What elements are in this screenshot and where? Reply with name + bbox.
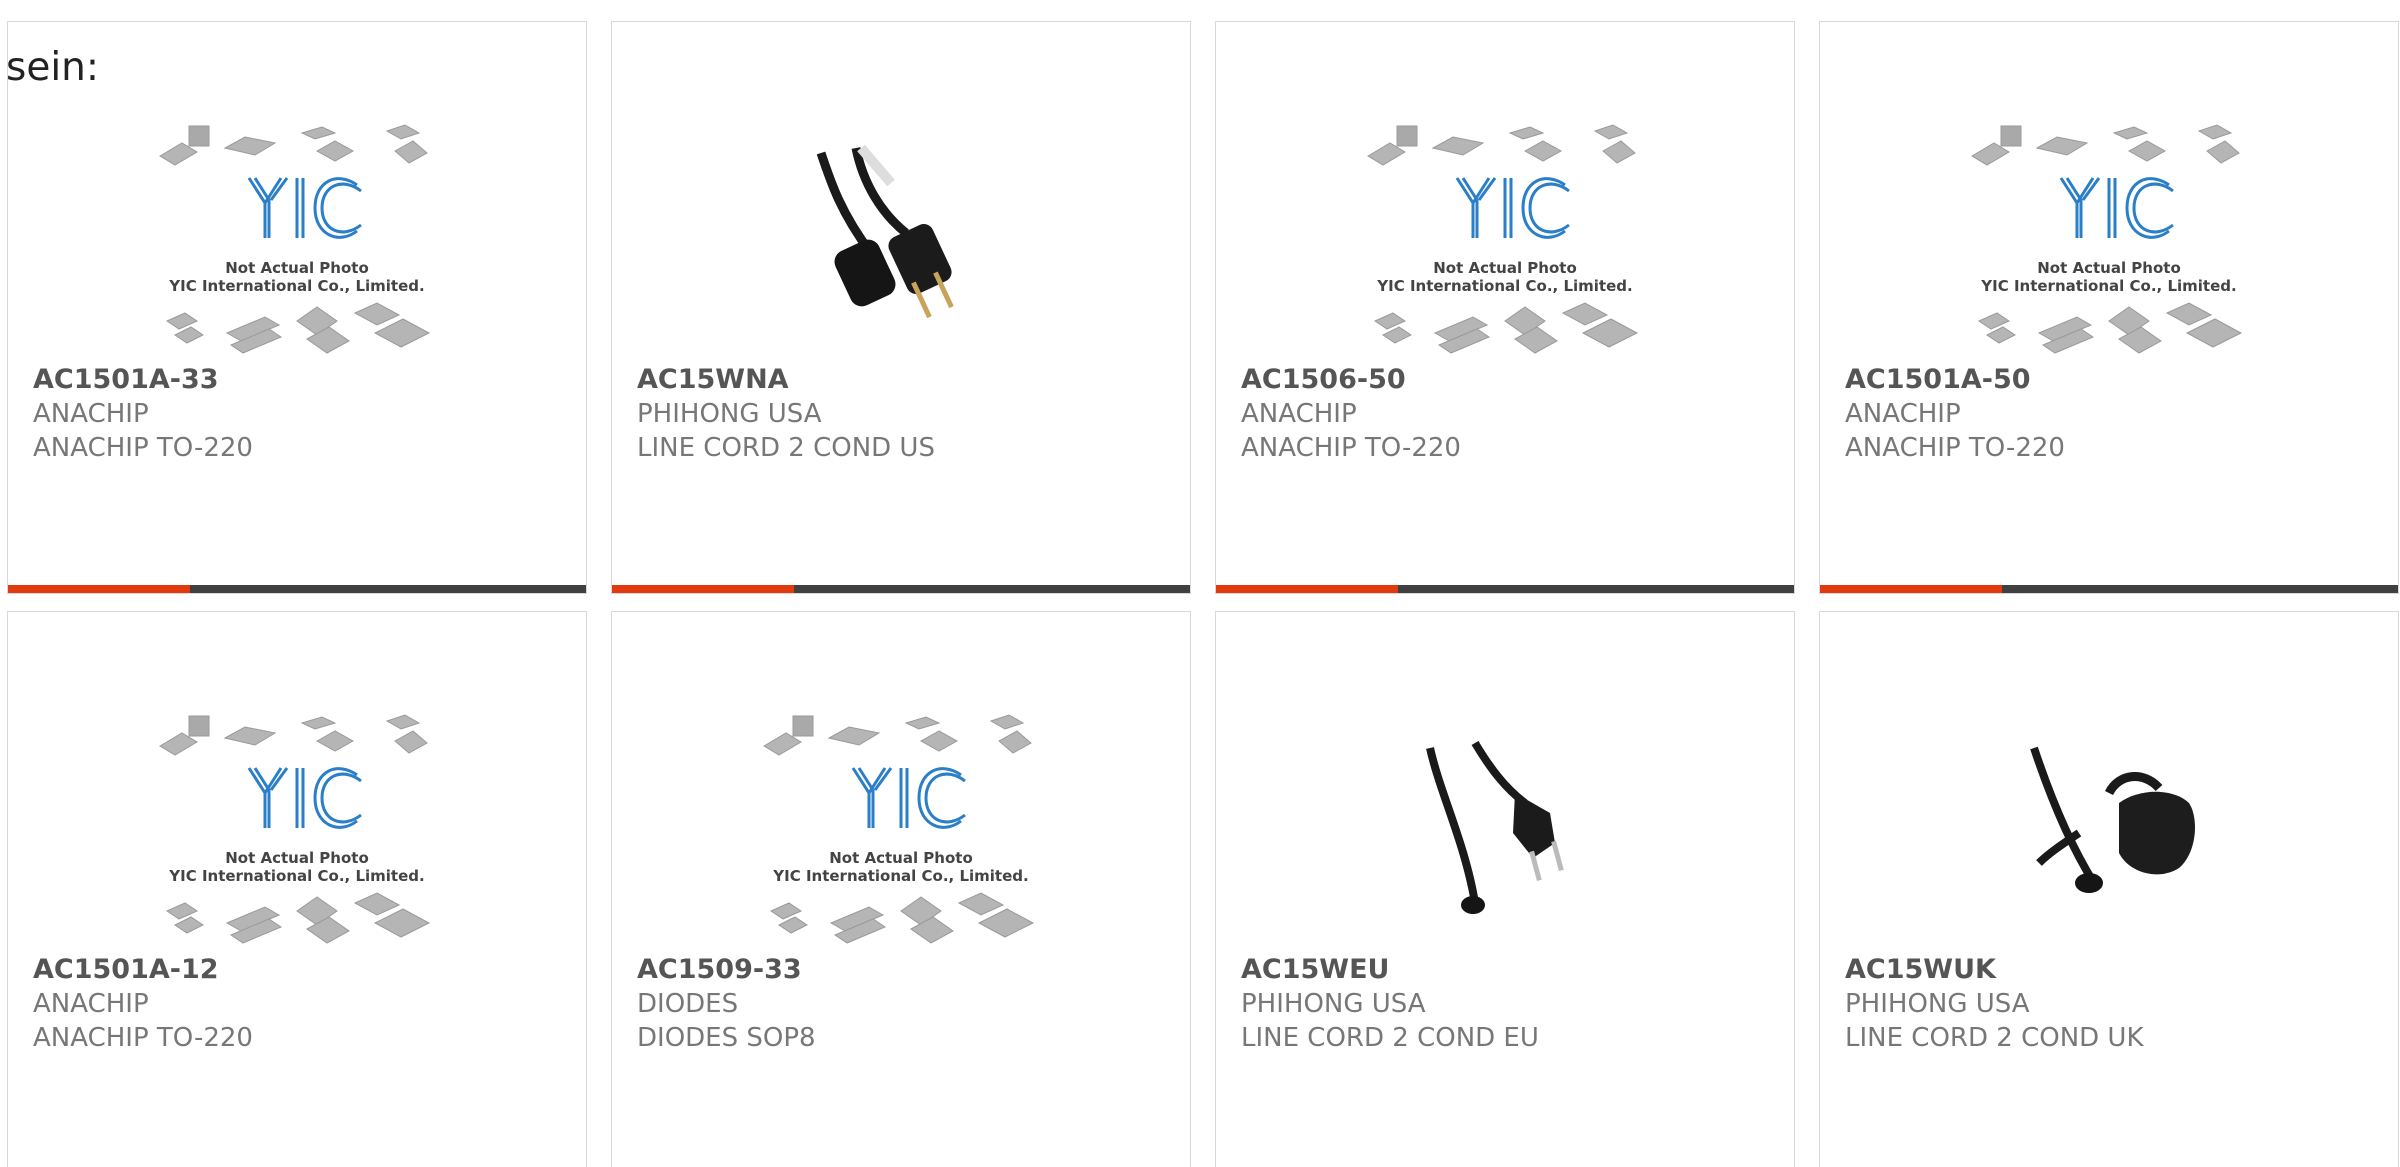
- lead-text: sein:: [6, 45, 100, 90]
- placeholder-image-icon: [761, 713, 1041, 953]
- description: LINE CORD 2 COND EU: [1241, 1023, 1539, 1053]
- manufacturer: PHIHONG USA: [637, 399, 822, 429]
- product-info: AC15WUK PHIHONG USA LINE CORD 2 COND UK: [1845, 953, 2378, 1055]
- manufacturer: DIODES: [637, 989, 739, 1019]
- product-info: AC1501A-50 ANACHIP ANACHIP TO-220: [1845, 363, 2378, 465]
- card-bar-accent: [1216, 585, 1398, 593]
- description: DIODES SOP8: [637, 1023, 816, 1053]
- part-number[interactable]: AC1506-50: [1241, 363, 1774, 397]
- product-image[interactable]: [612, 98, 1190, 388]
- part-number[interactable]: AC1509-33: [637, 953, 1170, 987]
- manufacturer: PHIHONG USA: [1241, 989, 1426, 1019]
- manufacturer: ANACHIP: [33, 989, 149, 1019]
- card-bottom-bar: [1820, 585, 2398, 593]
- product-info: AC1501A-12 ANACHIP ANACHIP TO-220: [33, 953, 566, 1055]
- card-bar-accent: [8, 585, 190, 593]
- description: LINE CORD 2 COND UK: [1845, 1023, 2144, 1053]
- placeholder-image-icon: [157, 713, 437, 953]
- manufacturer: ANACHIP: [33, 399, 149, 429]
- part-number[interactable]: AC15WUK: [1845, 953, 2378, 987]
- description: ANACHIP TO-220: [33, 1023, 253, 1053]
- part-number[interactable]: AC15WNA: [637, 363, 1170, 397]
- product-card[interactable]: AC15WUK PHIHONG USA LINE CORD 2 COND UK: [1819, 611, 2399, 1167]
- product-card[interactable]: AC1501A-50 ANACHIP ANACHIP TO-220: [1819, 21, 2399, 594]
- product-image[interactable]: [1820, 98, 2398, 388]
- product-info: AC15WNA PHIHONG USA LINE CORD 2 COND US: [637, 363, 1170, 465]
- product-card[interactable]: AC15WNA PHIHONG USA LINE CORD 2 COND US: [611, 21, 1191, 594]
- part-number[interactable]: AC1501A-50: [1845, 363, 2378, 397]
- part-number[interactable]: AC1501A-12: [33, 953, 566, 987]
- placeholder-image-icon: [1365, 123, 1645, 363]
- placeholder-image-icon: [157, 123, 437, 363]
- card-bar-accent: [612, 585, 794, 593]
- placeholder-image-icon: [1969, 123, 2249, 363]
- description: LINE CORD 2 COND US: [637, 433, 935, 463]
- manufacturer: ANACHIP: [1845, 399, 1961, 429]
- product-info: AC1509-33 DIODES DIODES SOP8: [637, 953, 1170, 1055]
- product-image[interactable]: [1216, 688, 1794, 978]
- product-image[interactable]: [1820, 688, 2398, 978]
- manufacturer: PHIHONG USA: [1845, 989, 2030, 1019]
- eu-plug-cord-icon: [1405, 733, 1605, 933]
- product-grid-page: sein: AC1501A-33 ANACHIP ANACHIP TO-220 …: [0, 0, 2400, 1167]
- description: ANACHIP TO-220: [1241, 433, 1461, 463]
- product-image[interactable]: [8, 688, 586, 978]
- product-image[interactable]: [1216, 98, 1794, 388]
- card-bottom-bar: [1216, 585, 1794, 593]
- card-bar-accent: [1820, 585, 2002, 593]
- product-card[interactable]: AC1509-33 DIODES DIODES SOP8: [611, 611, 1191, 1167]
- product-image[interactable]: [8, 98, 586, 388]
- product-card[interactable]: AC1501A-33 ANACHIP ANACHIP TO-220: [7, 21, 587, 594]
- description: ANACHIP TO-220: [33, 433, 253, 463]
- product-image[interactable]: [612, 688, 1190, 978]
- part-number[interactable]: AC15WEU: [1241, 953, 1774, 987]
- product-info: AC15WEU PHIHONG USA LINE CORD 2 COND EU: [1241, 953, 1774, 1055]
- product-info: AC1501A-33 ANACHIP ANACHIP TO-220: [33, 363, 566, 465]
- product-card[interactable]: AC1501A-12 ANACHIP ANACHIP TO-220: [7, 611, 587, 1167]
- us-plug-cord-icon: [801, 143, 1001, 343]
- manufacturer: ANACHIP: [1241, 399, 1357, 429]
- product-card[interactable]: AC1506-50 ANACHIP ANACHIP TO-220: [1215, 21, 1795, 594]
- product-card[interactable]: AC15WEU PHIHONG USA LINE CORD 2 COND EU: [1215, 611, 1795, 1167]
- description: ANACHIP TO-220: [1845, 433, 2065, 463]
- uk-plug-cord-icon: [2009, 733, 2209, 933]
- card-bottom-bar: [8, 585, 586, 593]
- card-bottom-bar: [612, 585, 1190, 593]
- part-number[interactable]: AC1501A-33: [33, 363, 566, 397]
- product-info: AC1506-50 ANACHIP ANACHIP TO-220: [1241, 363, 1774, 465]
